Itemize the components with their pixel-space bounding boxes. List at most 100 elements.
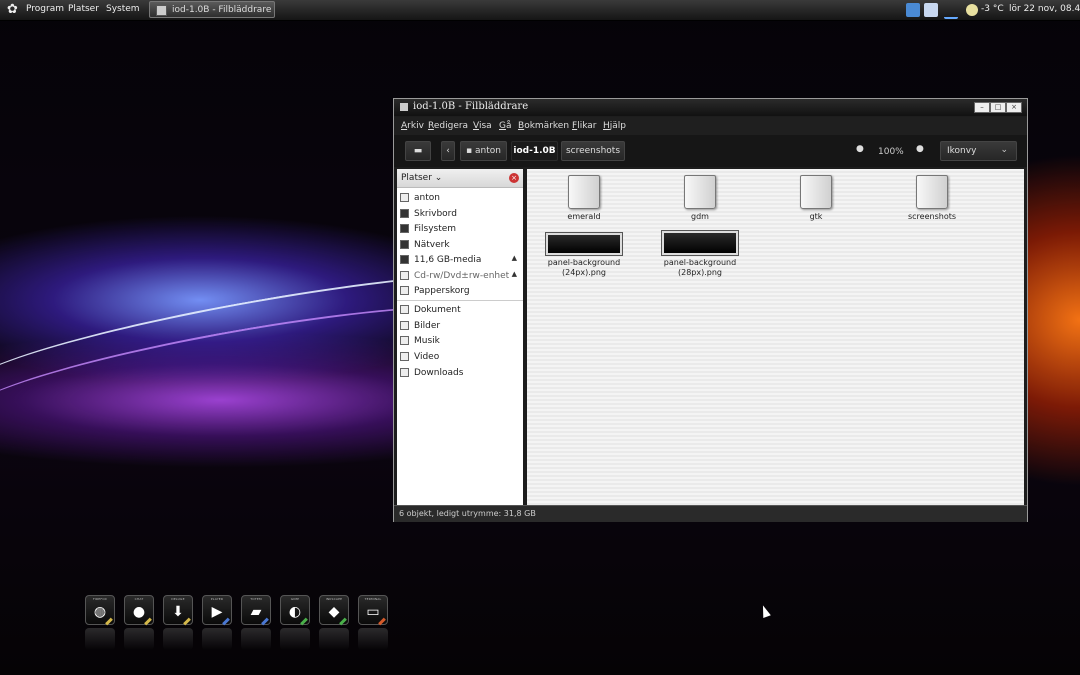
sidebar-item-downloads[interactable]: Downloads — [397, 366, 523, 381]
file-item[interactable]: gdm — [645, 175, 755, 222]
zoom-level[interactable]: 100% — [878, 147, 904, 157]
sidebar-item-label: anton — [414, 193, 440, 203]
file-name: panel-background (24px).png — [547, 258, 621, 277]
back-button[interactable]: ‹ — [441, 141, 455, 161]
eject-icon[interactable]: ▲ — [512, 270, 517, 278]
sidebar-item-label: Musik — [414, 336, 440, 346]
sidebar-item-anton[interactable]: anton — [397, 191, 523, 206]
dock-gimp[interactable]: GIMP ◐ — [280, 595, 310, 626]
minimize-button[interactable]: – — [974, 102, 990, 113]
file-item[interactable]: panel-background (24px).png — [529, 232, 639, 278]
file-name: gtk — [809, 212, 823, 221]
folder-icon — [400, 305, 409, 314]
toolbar: ▬ ‹ ▪ anton iod-1.0B screenshots ● 100% … — [394, 135, 1027, 167]
sidebar-item-label: Cd-rw/Dvd±rw-enhet — [414, 271, 510, 281]
menu-program[interactable]: Program — [26, 4, 64, 14]
drive-icon — [400, 224, 409, 233]
titlebar[interactable]: iod-1.0B - Filbläddrare – □ × — [394, 99, 1027, 116]
home-icon: ▪ — [466, 146, 473, 156]
clock[interactable]: lör 22 nov, 08.40 — [1009, 4, 1080, 14]
zoom-out-icon[interactable]: ● — [856, 145, 865, 154]
view-mode-value: Ikonvy — [947, 146, 977, 156]
desktop-icon — [400, 209, 409, 218]
dock-firefox[interactable]: FIREFOX ◍ — [85, 595, 115, 626]
path-button-current[interactable]: iod-1.0B — [511, 141, 558, 161]
window-title: iod-1.0B - Filbläddrare — [413, 101, 529, 112]
file-item[interactable]: emerald — [529, 175, 639, 222]
tray-app-icon[interactable] — [906, 3, 920, 17]
sidebar-item-musik[interactable]: Musik — [397, 334, 523, 349]
taskbar-window-button[interactable]: iod-1.0B - Filbläddrare — [149, 1, 275, 18]
dock-deluge[interactable]: DELUGE ⬇ — [163, 595, 193, 626]
chevron-down-icon: ⌄ — [1000, 145, 1008, 155]
sidebar-item-natverk[interactable]: Nätverk — [397, 238, 523, 253]
sidebar-item-filsystem[interactable]: Filsystem — [397, 222, 523, 237]
file-item[interactable]: panel-background (28px).png — [645, 230, 755, 278]
menu-visa[interactable]: Visa — [473, 121, 492, 131]
folder-icon — [800, 175, 832, 209]
sidebar-item-video[interactable]: Video — [397, 350, 523, 365]
dock-chat[interactable]: CHAT ● — [124, 595, 154, 626]
sidebar-item-dokument[interactable]: Dokument — [397, 303, 523, 318]
menu-arkiv[interactable]: Arkiv — [401, 121, 424, 131]
cdrom-icon — [400, 271, 409, 280]
temperature[interactable]: -3 °C — [981, 4, 1004, 14]
sidebar-item-cdrom[interactable]: Cd-rw/Dvd±rw-enhet ▲ — [397, 269, 523, 284]
file-item[interactable]: screenshots — [877, 175, 987, 222]
sidebar-item-label: Bilder — [414, 321, 441, 331]
close-button[interactable]: × — [1006, 102, 1022, 113]
statusbar: 6 objekt, ledigt utrymme: 31,8 GB — [394, 505, 1027, 522]
close-sidebar-icon[interactable]: × — [509, 173, 519, 183]
dock-reflection — [241, 628, 271, 650]
sidebar-item-label: Downloads — [414, 368, 464, 378]
trash-icon — [400, 286, 409, 295]
sidebar-item-bilder[interactable]: Bilder — [397, 319, 523, 334]
sidebar-type-select[interactable]: Platser ⌄ — [401, 173, 442, 183]
sidebar-item-label: Filsystem — [414, 224, 457, 234]
tray-notes-icon[interactable] — [924, 3, 938, 17]
sidebar-item-label: Skrivbord — [414, 209, 457, 219]
dock-terminal[interactable]: TERMINAL ▭ — [358, 595, 388, 626]
menu-hjalp[interactable]: Hjälp — [603, 121, 626, 131]
file-item[interactable]: gtk — [761, 175, 871, 222]
sidebar: Platser ⌄ × anton Skrivbord Filsystem Nä… — [397, 169, 523, 505]
file-browser-window: iod-1.0B - Filbläddrare – □ × Arkiv Redi… — [393, 98, 1028, 522]
dock-player[interactable]: PLAYER ▶ — [202, 595, 232, 626]
network-icon — [400, 240, 409, 249]
menu-system[interactable]: System — [106, 4, 140, 14]
dock-inkscape[interactable]: INKSCAPE ◆ — [319, 595, 349, 626]
file-view[interactable]: emerald gdm gtk screenshots panel-backgr… — [527, 169, 1024, 505]
sidebar-item-label: Dokument — [414, 305, 461, 315]
dock: FIREFOX ◍ CHAT ● DELUGE ⬇ PLAYER ▶ TOTEM ▰ GI… — [85, 595, 391, 655]
file-name: panel-background (28px).png — [663, 258, 737, 277]
taskbar-window-label: iod-1.0B - Filbläddrare — [172, 5, 272, 15]
gnome-foot-icon[interactable]: ✿ — [5, 2, 20, 17]
folder-icon — [400, 368, 409, 377]
window-icon — [156, 5, 167, 16]
dock-reflection — [358, 628, 388, 650]
menu-flikar[interactable]: Flikar — [572, 121, 596, 131]
menu-platser[interactable]: Platser — [68, 4, 99, 14]
dock-reflection — [163, 628, 193, 650]
folder-icon — [400, 352, 409, 361]
sidebar-item-skrivbord[interactable]: Skrivbord — [397, 207, 523, 222]
network-icon[interactable] — [944, 3, 958, 19]
menu-bokmarken[interactable]: Bokmärken — [518, 121, 569, 131]
sidebar-item-papperskorg[interactable]: Papperskorg — [397, 284, 523, 299]
toggle-location-button[interactable]: ▬ — [405, 141, 431, 161]
home-icon — [400, 193, 409, 202]
path-button-screenshots[interactable]: screenshots — [561, 141, 625, 161]
dock-totem[interactable]: TOTEM ▰ — [241, 595, 271, 626]
view-mode-select[interactable]: Ikonvy ⌄ — [940, 141, 1017, 161]
sidebar-item-media[interactable]: 11,6 GB-media ▲ — [397, 253, 523, 268]
sidebar-header[interactable]: Platser ⌄ × — [397, 169, 523, 188]
weather-icon[interactable] — [966, 4, 978, 16]
menu-redigera[interactable]: Redigera — [428, 121, 468, 131]
eject-icon[interactable]: ▲ — [512, 254, 517, 262]
menu-ga[interactable]: Gå — [499, 121, 512, 131]
folder-icon — [916, 175, 948, 209]
maximize-button[interactable]: □ — [990, 102, 1006, 113]
path-button-anton[interactable]: ▪ anton — [460, 141, 507, 161]
zoom-in-icon[interactable]: ● — [916, 145, 925, 154]
dock-label: TERMINAL — [364, 597, 382, 601]
